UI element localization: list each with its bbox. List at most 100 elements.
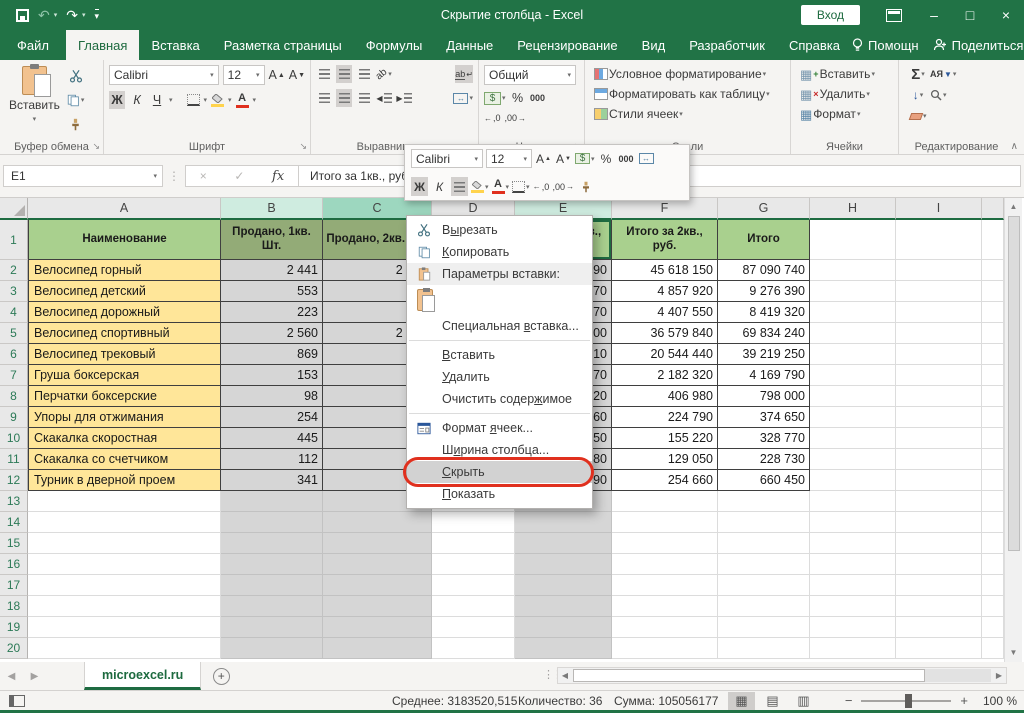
cell-F10[interactable]: 155 220 [612,428,718,449]
cell-H14[interactable] [810,512,896,533]
cell-I11[interactable] [896,449,982,470]
align-bottom-button[interactable] [356,65,372,83]
cell-B11[interactable]: 112 [221,449,323,470]
row-header-13[interactable]: 13 [0,491,28,512]
mini-decrease-decimal-button[interactable]: ,00→ [553,177,575,196]
cell-I3[interactable] [896,281,982,302]
row-header-9[interactable]: 9 [0,407,28,428]
cell-E17[interactable] [515,575,612,596]
new-sheet-button[interactable]: + [201,662,241,690]
mini-bold-button[interactable]: Ж [411,177,428,196]
cell-F16[interactable] [612,554,718,575]
cell-I5[interactable] [896,323,982,344]
row-header-2[interactable]: 2 [0,260,28,281]
vertical-scrollbar[interactable]: ▲ ▼ [1004,198,1022,662]
cell-F15[interactable] [612,533,718,554]
cancel-entry-icon[interactable]: × [200,169,207,183]
cell-H15[interactable] [810,533,896,554]
cell-I17[interactable] [896,575,982,596]
cell-A9[interactable]: Упоры для отжимания [28,407,221,428]
cell-I19[interactable] [896,617,982,638]
cell-A3[interactable]: Велосипед детский [28,281,221,302]
row-header-8[interactable]: 8 [0,386,28,407]
tab-главная[interactable]: Главная [66,30,139,60]
cell-I14[interactable] [896,512,982,533]
cell-A19[interactable] [28,617,221,638]
cell-X5[interactable] [982,323,1004,344]
cell-X20[interactable] [982,638,1004,659]
align-center-button[interactable] [336,89,352,107]
cell-F2[interactable]: 45 618 150 [612,260,718,281]
align-right-button[interactable] [356,89,372,107]
decrease-decimal-button[interactable]: ,00→ [505,109,527,127]
maximize-button[interactable]: □ [952,0,988,30]
mini-italic-button[interactable]: К [431,177,448,196]
align-left-button[interactable] [316,89,332,107]
scroll-right-icon[interactable]: ▶ [992,671,1006,680]
cell-G16[interactable] [718,554,810,575]
paste-button[interactable]: Вставить ▾ [4,63,65,137]
cell-B4[interactable]: 223 [221,302,323,323]
cell-F8[interactable]: 406 980 [612,386,718,407]
scroll-down-icon[interactable]: ▼ [1010,644,1018,660]
column-header-B[interactable]: B [221,198,323,220]
zoom-in-button[interactable]: + [960,693,968,708]
cell-G15[interactable] [718,533,810,554]
cell-D15[interactable] [432,533,515,554]
cell-H8[interactable] [810,386,896,407]
normal-view-button[interactable]: ▦ [728,692,755,710]
cell-B14[interactable] [221,512,323,533]
mini-borders-button[interactable]: ▾ [512,177,530,196]
name-box-dropdown-icon[interactable]: ▾ [153,172,157,180]
cell-B19[interactable] [221,617,323,638]
cell-X12[interactable] [982,470,1004,491]
mini-grow-font-button[interactable]: А▲ [535,149,552,168]
ribbon-display-options-icon[interactable] [886,9,902,22]
cell-G10[interactable]: 328 770 [718,428,810,449]
row-header-14[interactable]: 14 [0,512,28,533]
insert-cells-button[interactable]: ▦+Вставить▾ [800,65,875,83]
mini-comma-button[interactable]: 000 [618,149,635,168]
comma-style-button[interactable]: 000 [530,89,546,107]
sheet-prev-icon[interactable]: ◀ [0,662,23,690]
cell-F1[interactable]: Итого за 2кв., руб. [612,220,718,260]
cell-A13[interactable] [28,491,221,512]
percent-style-button[interactable]: % [510,89,526,107]
name-box[interactable]: E1▾ [3,165,163,187]
copy-button[interactable]: ▾ [67,91,85,109]
mini-font-family-combo[interactable]: Calibri▾ [411,149,483,168]
macro-record-icon[interactable] [9,695,25,707]
cell-B3[interactable]: 553 [221,281,323,302]
mini-align-center-button[interactable] [451,177,468,196]
cell-G6[interactable]: 39 219 250 [718,344,810,365]
cell-I2[interactable] [896,260,982,281]
cell-D19[interactable] [432,617,515,638]
mini-accounting-button[interactable]: $▾ [575,149,595,168]
cell-F18[interactable] [612,596,718,617]
cell-I8[interactable] [896,386,982,407]
grow-font-button[interactable]: А▲ [269,66,285,84]
cell-B20[interactable] [221,638,323,659]
menu-item-insert[interactable]: Вставить [407,344,592,366]
confirm-entry-icon[interactable]: ✓ [234,169,244,183]
cell-X9[interactable] [982,407,1004,428]
cell-H2[interactable] [810,260,896,281]
cell-G13[interactable] [718,491,810,512]
font-color-button[interactable]: А [236,93,249,108]
cell-H7[interactable] [810,365,896,386]
cell-A15[interactable] [28,533,221,554]
tab-file[interactable]: Файл [0,30,66,60]
paste-dropdown-icon[interactable]: ▾ [33,115,37,123]
cell-H4[interactable] [810,302,896,323]
cell-G5[interactable]: 69 834 240 [718,323,810,344]
cell-A20[interactable] [28,638,221,659]
cell-C14[interactable] [323,512,432,533]
font-family-combo[interactable]: Calibri▾ [109,65,219,85]
cell-C15[interactable] [323,533,432,554]
cell-G1[interactable]: Итого [718,220,810,260]
autosum-button[interactable]: Σ▾ [910,65,926,83]
mini-shrink-font-button[interactable]: А▼ [555,149,572,168]
tab-формулы[interactable]: Формулы [354,30,435,60]
accounting-format-button[interactable]: $▾ [484,89,506,107]
decrease-indent-button[interactable]: ◀ [376,89,392,107]
